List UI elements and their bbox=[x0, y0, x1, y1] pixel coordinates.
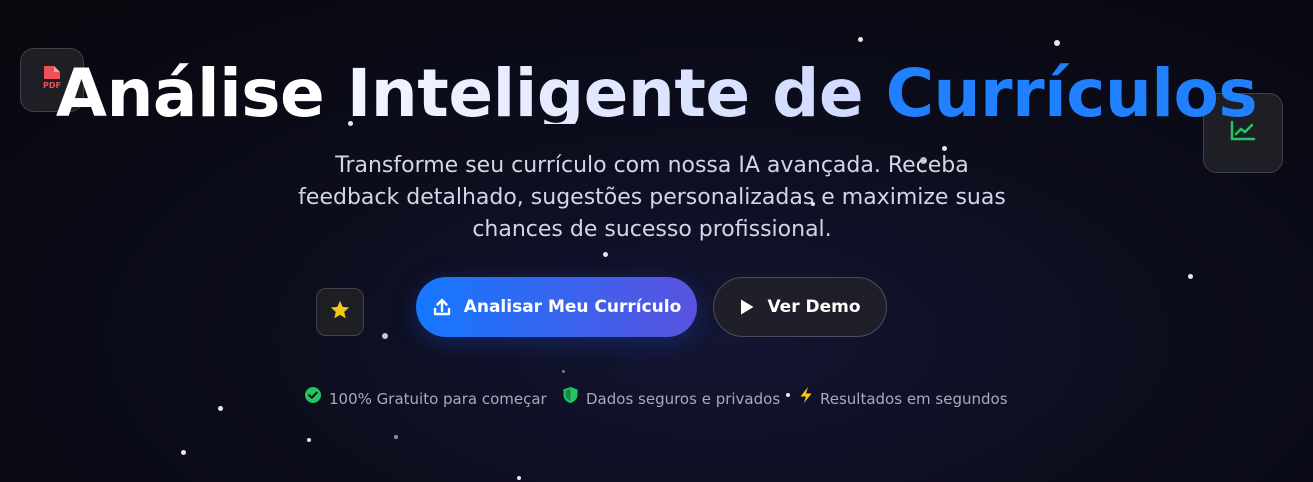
play-icon bbox=[739, 298, 755, 316]
lightning-icon bbox=[799, 386, 813, 411]
feature-fast: Resultados em segundos bbox=[799, 386, 1008, 411]
star-dot bbox=[562, 370, 565, 373]
hero-subtitle: Transforme seu currículo com nossa IA av… bbox=[298, 153, 1006, 242]
star-dot bbox=[517, 476, 521, 480]
shield-icon bbox=[562, 386, 579, 411]
title-part-3-highlight: Currículos bbox=[885, 55, 1258, 124]
feature-secure: Dados seguros e privados bbox=[562, 386, 780, 411]
title-part-2: Inteligente de bbox=[347, 55, 886, 124]
upload-icon bbox=[432, 297, 452, 317]
star-dot bbox=[858, 37, 863, 42]
star-icon bbox=[329, 299, 351, 325]
star-dot bbox=[394, 435, 398, 439]
star-dot bbox=[307, 438, 311, 442]
analyze-resume-button[interactable]: Analisar Meu Currículo bbox=[416, 277, 697, 337]
star-dot bbox=[382, 333, 388, 339]
page-title: Análise Inteligente de Currículos bbox=[0, 52, 1313, 124]
title-part-1: Análise bbox=[55, 55, 347, 124]
feature-free: 100% Gratuito para começar bbox=[304, 386, 547, 411]
star-badge bbox=[316, 288, 364, 336]
feature-fast-label: Resultados em segundos bbox=[820, 389, 1008, 408]
view-demo-button[interactable]: Ver Demo bbox=[713, 277, 887, 337]
star-dot bbox=[603, 252, 608, 257]
star-dot bbox=[1188, 274, 1193, 279]
feature-free-label: 100% Gratuito para começar bbox=[329, 389, 547, 408]
feature-highlights: 100% Gratuito para começar Dados seguros… bbox=[0, 386, 1313, 410]
star-dot bbox=[181, 450, 186, 455]
check-circle-icon bbox=[304, 386, 322, 411]
feature-secure-label: Dados seguros e privados bbox=[586, 389, 781, 408]
star-dot bbox=[1054, 40, 1060, 46]
analyze-resume-label: Analisar Meu Currículo bbox=[463, 297, 682, 317]
view-demo-label: Ver Demo bbox=[767, 297, 861, 317]
